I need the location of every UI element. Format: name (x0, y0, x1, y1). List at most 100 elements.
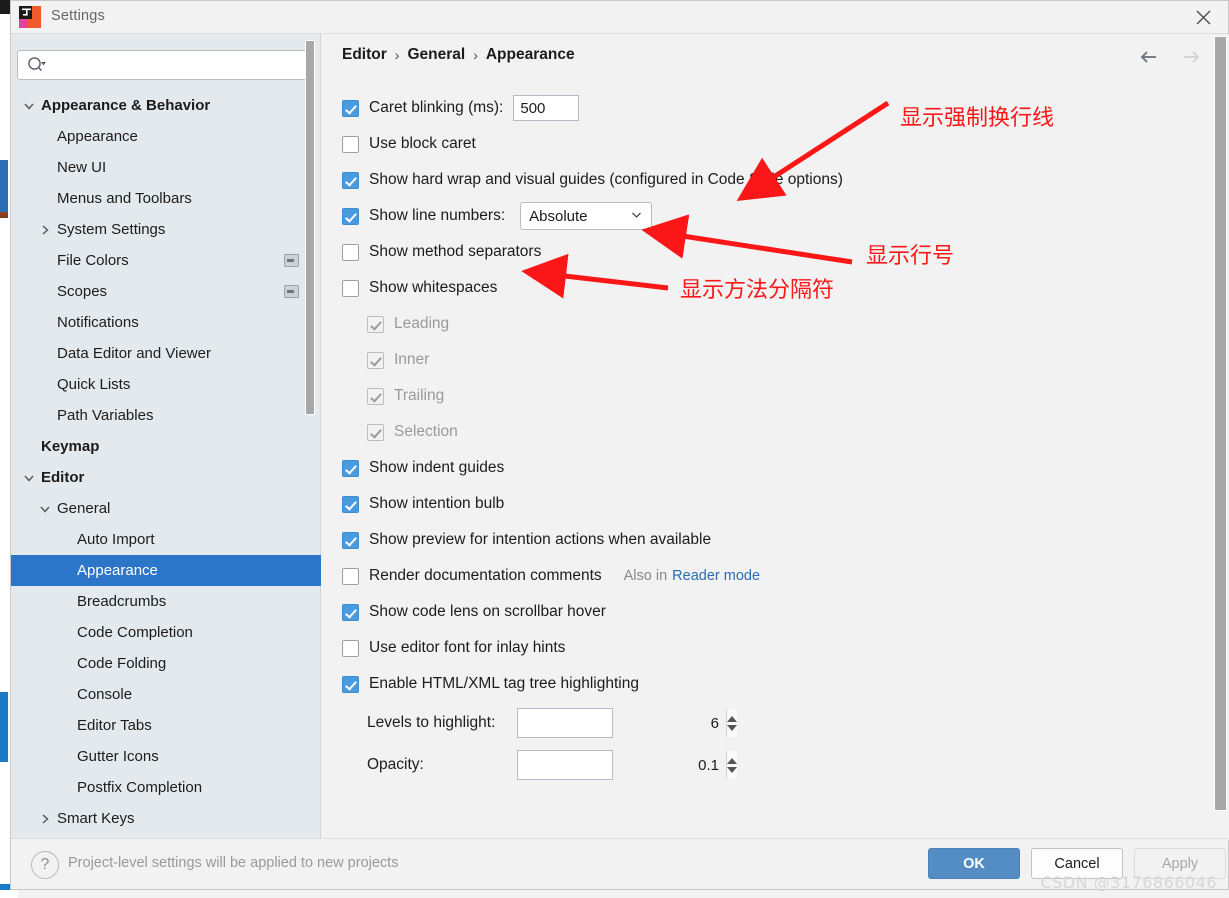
close-icon[interactable] (1180, 1, 1226, 33)
chevron-down-icon (37, 501, 53, 517)
question-mark-icon[interactable]: ? (31, 851, 59, 879)
breadcrumb-item-appearance[interactable]: Appearance (486, 46, 575, 64)
breadcrumb-separator: › (394, 47, 400, 63)
sidebar-item-appearance[interactable]: Appearance (11, 555, 321, 586)
project-scope-icon (284, 285, 299, 298)
checkbox[interactable] (342, 567, 359, 585)
option-row-show-whitespaces[interactable]: Show whitespaces (342, 270, 1202, 306)
option-row-whitespace-trailing[interactable]: Trailing (342, 378, 1202, 414)
option-row-show-hard-wrap[interactable]: Show hard wrap and visual guides (config… (342, 162, 1202, 198)
stepper-down-icon[interactable] (727, 724, 737, 731)
checkbox[interactable] (342, 675, 359, 693)
sidebar-item-general[interactable]: General (11, 493, 321, 524)
checkbox[interactable] (342, 603, 359, 621)
option-row-whitespace-selection[interactable]: Selection (342, 414, 1202, 450)
checkbox[interactable] (342, 99, 359, 117)
opacity-stepper[interactable] (517, 750, 737, 780)
levels-to-highlight-value[interactable] (518, 709, 726, 737)
search-input[interactable] (49, 56, 293, 74)
option-row-show-line-numbers[interactable]: Show line numbers: Absolute (342, 198, 1202, 234)
sidebar-scrollbar[interactable] (305, 40, 315, 415)
reader-mode-link[interactable]: Reader mode (672, 568, 760, 584)
ok-button[interactable]: OK (928, 848, 1020, 879)
sidebar-item-code-folding[interactable]: Code Folding (11, 648, 321, 679)
sidebar-item-editor[interactable]: Editor (11, 462, 321, 493)
checkbox (367, 351, 384, 369)
option-row-show-code-lens[interactable]: Show code lens on scrollbar hover (342, 594, 1202, 630)
checkbox[interactable] (342, 243, 359, 261)
sidebar-item-postfix-completion[interactable]: Postfix Completion (11, 772, 321, 803)
spinner-label-levels-to-highlight: Levels to highlight: (367, 714, 496, 731)
option-label-show-preview-intention: Show preview for intention actions when … (369, 531, 712, 548)
levels-to-highlight-stepper[interactable] (517, 708, 737, 738)
sidebar-item-file-colors[interactable]: File Colors (11, 245, 321, 276)
checkbox[interactable] (342, 279, 359, 297)
checkbox[interactable] (342, 135, 359, 153)
opacity-stepper-buttons[interactable] (726, 751, 737, 779)
option-row-whitespace-inner[interactable]: Inner (342, 342, 1202, 378)
sidebar-item-scopes[interactable]: Scopes (11, 276, 321, 307)
sidebar-item-breadcrumbs[interactable]: Breadcrumbs (11, 586, 321, 617)
stepper-down-icon[interactable] (727, 766, 737, 773)
sidebar-item-new-ui[interactable]: New UI (11, 152, 321, 183)
option-row-show-preview-intention[interactable]: Show preview for intention actions when … (342, 522, 1202, 558)
arrow-right-icon[interactable] (1180, 46, 1202, 68)
sidebar-item-appearance[interactable]: Appearance (11, 121, 321, 152)
sidebar-item-auto-import[interactable]: Auto Import (11, 524, 321, 555)
checkbox[interactable] (342, 459, 359, 477)
checkbox[interactable] (342, 171, 359, 189)
checkbox[interactable] (342, 495, 359, 513)
sidebar-item-smart-keys[interactable]: Smart Keys (11, 803, 321, 834)
checkbox[interactable] (342, 639, 359, 657)
sidebar-item-notifications[interactable]: Notifications (11, 307, 321, 338)
sidebar-item-data-editor-and-viewer[interactable]: Data Editor and Viewer (11, 338, 321, 369)
sidebar-item-quick-lists[interactable]: Quick Lists (11, 369, 321, 400)
breadcrumb-separator: › (473, 47, 478, 63)
arrow-left-icon[interactable] (1138, 46, 1160, 68)
checkbox[interactable] (342, 207, 359, 225)
option-row-use-editor-font-inlay[interactable]: Use editor font for inlay hints (342, 630, 1202, 666)
breadcrumb-item-editor[interactable]: Editor (342, 46, 387, 64)
opacity-value[interactable] (518, 751, 726, 779)
background-window-accent-top (0, 160, 8, 212)
show-line-numbers-dropdown[interactable]: Absolute (520, 202, 653, 230)
content-scrollbar[interactable] (1214, 36, 1227, 811)
sidebar-item-keymap[interactable]: Keymap (11, 431, 321, 462)
settings-tree[interactable]: Appearance & Behavior Appearance New UI Men… (11, 90, 321, 835)
sidebar-item-appearance-behavior[interactable]: Appearance & Behavior (11, 90, 321, 121)
checkbox (367, 315, 384, 333)
sidebar-item-label: Quick Lists (57, 376, 131, 393)
option-row-render-doc-comments[interactable]: Render documentation comments Also in Read… (342, 558, 1202, 594)
option-row-show-indent-guides[interactable]: Show indent guides (342, 450, 1202, 486)
option-row-enable-tag-tree[interactable]: Enable HTML/XML tag tree highlighting (342, 666, 1202, 702)
option-row-show-method-separators[interactable]: Show method separators (342, 234, 1202, 270)
option-label-show-indent-guides: Show indent guides (369, 459, 505, 476)
option-row-caret-blinking[interactable]: Caret blinking (ms): (342, 90, 1202, 126)
chevron-down-icon (21, 98, 37, 114)
checkbox[interactable] (342, 531, 359, 549)
sidebar-item-menus-and-toolbars[interactable]: Menus and Toolbars (11, 183, 321, 214)
option-row-show-intention-bulb[interactable]: Show intention bulb (342, 486, 1202, 522)
levels-to-highlight-stepper-buttons[interactable] (726, 709, 737, 737)
sidebar-item-system-settings[interactable]: System Settings (11, 214, 321, 245)
project-scope-icon (284, 254, 299, 267)
option-row-whitespace-leading[interactable]: Leading (342, 306, 1202, 342)
sidebar-item-console[interactable]: Console (11, 679, 321, 710)
option-row-use-block-caret[interactable]: Use block caret (342, 126, 1202, 162)
sidebar-item-code-completion[interactable]: Code Completion (11, 617, 321, 648)
stepper-up-icon[interactable] (727, 757, 737, 764)
stepper-up-icon[interactable] (727, 715, 737, 722)
sidebar-item-gutter-icons[interactable]: Gutter Icons (11, 741, 321, 772)
sidebar-item-editor-tabs[interactable]: Editor Tabs (11, 710, 321, 741)
search-box[interactable] (17, 50, 309, 80)
chevron-down-icon (21, 470, 37, 486)
sidebar-item-path-variables[interactable]: Path Variables (11, 400, 321, 431)
caret-blinking-input[interactable] (513, 95, 580, 121)
breadcrumb-item-general[interactable]: General (407, 46, 465, 64)
dialog-title: Settings (51, 8, 105, 24)
chevron-right-icon (37, 811, 53, 827)
